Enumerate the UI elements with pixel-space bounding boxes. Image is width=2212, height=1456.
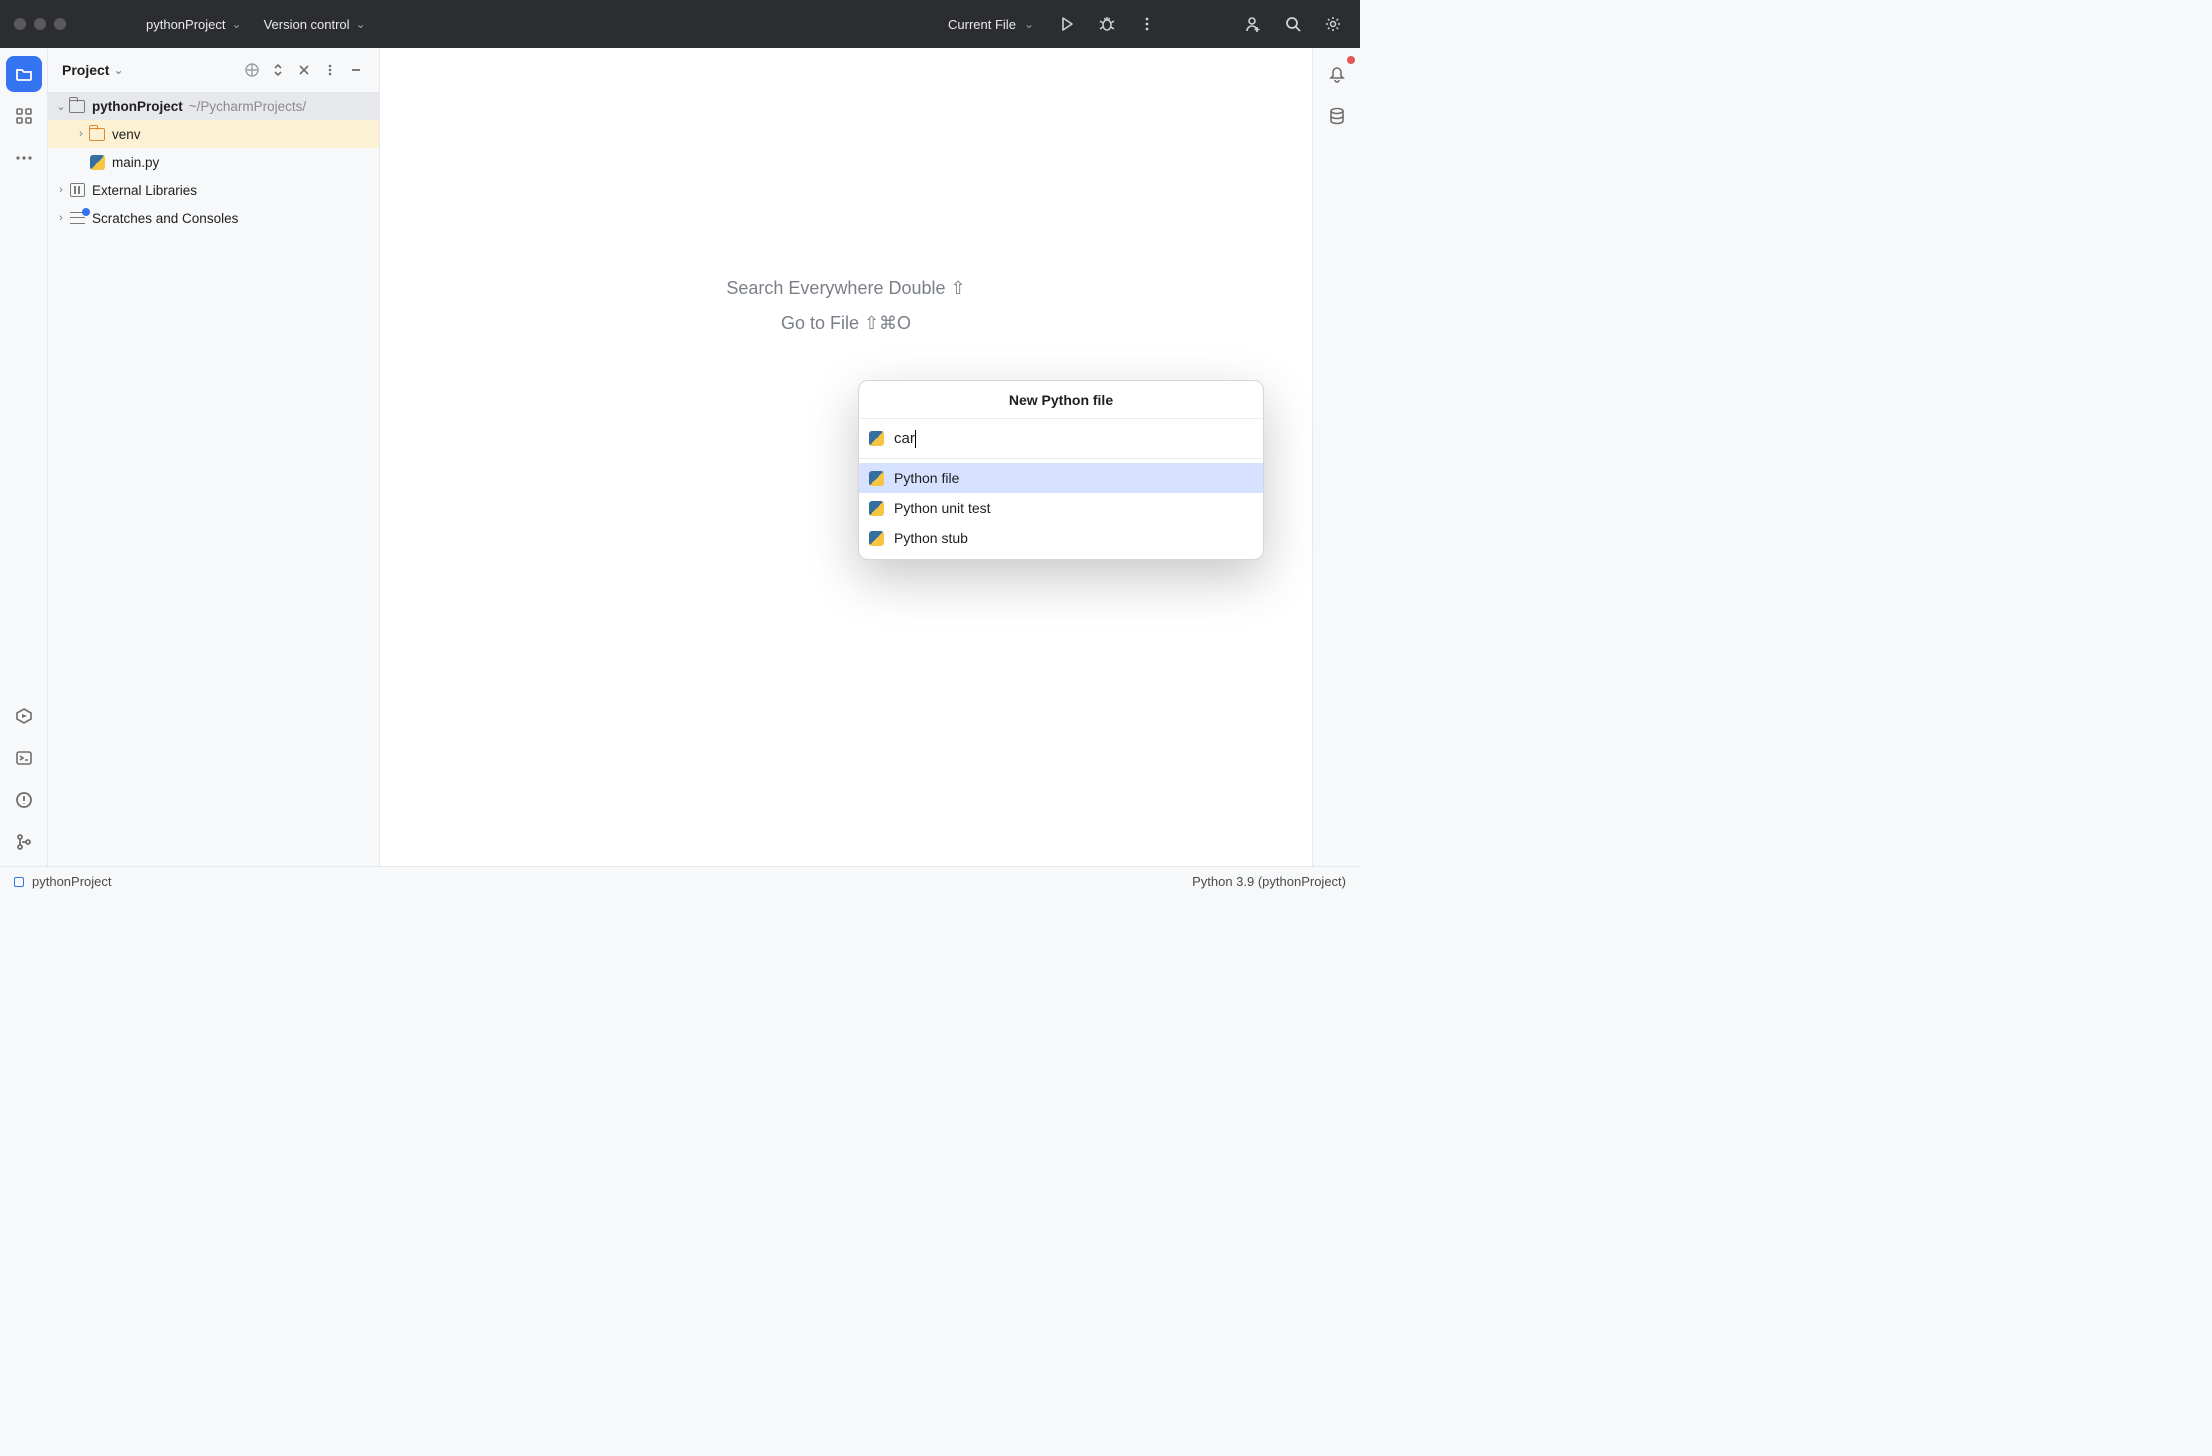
tree-node-mainpy[interactable]: main.py [48, 148, 379, 176]
popup-option-python-file[interactable]: Python file [859, 463, 1263, 493]
tree-node-project-root[interactable]: ⌄ pythonProject ~/PycharmProjects/ [48, 92, 379, 120]
popup-title: New Python file [859, 381, 1263, 419]
expand-arrow-icon[interactable]: › [54, 212, 68, 224]
popup-option-label: Python unit test [894, 500, 991, 516]
more-toolwindows-button[interactable] [6, 140, 42, 176]
debug-button[interactable] [1090, 7, 1124, 41]
status-project-name[interactable]: pythonProject [32, 874, 112, 889]
project-tree-panel: Project ⌄ ⌄ pythonProject [48, 48, 380, 866]
services-toolwindow-button[interactable] [6, 698, 42, 734]
editor-empty-hints: Search Everywhere Double ⇧ Go to File ⇧⌘… [380, 278, 1312, 334]
tree-node-scratches[interactable]: › Scratches and Consoles [48, 204, 379, 232]
tree-node-label: venv [112, 127, 141, 142]
popup-option-label: Python file [894, 470, 959, 486]
maximize-window-dot[interactable] [54, 18, 66, 30]
search-everywhere-button[interactable] [1276, 7, 1310, 41]
tree-root-name: pythonProject [92, 99, 183, 114]
project-switcher[interactable]: pythonProject ⌄ [138, 13, 250, 36]
editor-area: Search Everywhere Double ⇧ Go to File ⇧⌘… [380, 48, 1312, 866]
python-file-icon [88, 155, 106, 170]
status-bar: pythonProject Python 3.9 (pythonProject) [0, 866, 1360, 896]
run-config-selector[interactable]: Current File ⌄ [938, 13, 1044, 36]
more-actions-button[interactable] [1130, 7, 1164, 41]
left-tool-strip [0, 48, 48, 866]
python-file-icon [869, 471, 884, 486]
terminal-toolwindow-button[interactable] [6, 740, 42, 776]
window-traffic-lights [14, 18, 66, 30]
tree-node-external-libraries[interactable]: › External Libraries [48, 176, 379, 204]
python-file-icon [869, 501, 884, 516]
code-with-me-button[interactable] [1236, 7, 1270, 41]
chevron-down-icon: ⌄ [232, 17, 242, 31]
main-area: Project ⌄ ⌄ pythonProject [0, 48, 1360, 866]
tree-options-button[interactable] [317, 57, 343, 83]
vcs-toolwindow-button[interactable] [6, 824, 42, 860]
expand-arrow-icon[interactable]: › [74, 128, 88, 140]
hint-goto-file: Go to File ⇧⌘O [781, 313, 911, 334]
status-interpreter[interactable]: Python 3.9 (pythonProject) [1192, 874, 1346, 889]
run-config-label: Current File [948, 17, 1016, 32]
database-toolwindow-button[interactable] [1319, 98, 1355, 134]
collapse-arrow-icon[interactable]: ⌄ [54, 100, 68, 113]
expand-arrow-icon[interactable]: › [54, 184, 68, 196]
tree-node-label: External Libraries [92, 183, 197, 198]
vcs-widget[interactable]: Version control ⌄ [256, 13, 374, 36]
project-toolwindow-button[interactable] [6, 56, 42, 92]
chevron-down-icon[interactable]: ⌄ [113, 63, 123, 77]
project-tree[interactable]: ⌄ pythonProject ~/PycharmProjects/ › ven… [48, 92, 379, 866]
problems-toolwindow-button[interactable] [6, 782, 42, 818]
select-opened-file-button[interactable] [239, 57, 265, 83]
tree-root-path: ~/PycharmProjects/ [189, 99, 306, 114]
structure-toolwindow-button[interactable] [6, 98, 42, 134]
libraries-icon [68, 183, 86, 197]
tree-node-label: Scratches and Consoles [92, 211, 238, 226]
project-tree-header: Project ⌄ [48, 48, 379, 92]
tree-node-venv[interactable]: › venv [48, 120, 379, 148]
chevron-down-icon: ⌄ [356, 17, 366, 31]
titlebar: pythonProject ⌄ Version control ⌄ Curren… [0, 0, 1360, 48]
tree-node-label: main.py [112, 155, 159, 170]
vcs-label: Version control [264, 17, 350, 32]
minimize-toolwindow-button[interactable] [343, 57, 369, 83]
run-button[interactable] [1050, 7, 1084, 41]
hint-search-everywhere: Search Everywhere Double ⇧ [726, 278, 965, 299]
minimize-window-dot[interactable] [34, 18, 46, 30]
folder-icon [88, 128, 106, 141]
right-tool-strip [1312, 48, 1360, 866]
popup-input-row[interactable]: car [859, 419, 1263, 459]
popup-options-list: Python file Python unit test Python stub [859, 459, 1263, 559]
python-file-icon [869, 531, 884, 546]
new-file-popup: New Python file car Python file Python u… [858, 380, 1264, 560]
popup-option-label: Python stub [894, 530, 968, 546]
notification-indicator-icon [1347, 56, 1355, 64]
folder-icon [68, 100, 86, 113]
popup-option-python-unit-test[interactable]: Python unit test [859, 493, 1263, 523]
close-window-dot[interactable] [14, 18, 26, 30]
project-name-label: pythonProject [146, 17, 226, 32]
notifications-button[interactable] [1319, 56, 1355, 92]
chevron-down-icon: ⌄ [1024, 17, 1034, 31]
project-tree-title[interactable]: Project [62, 62, 109, 78]
popup-option-python-stub[interactable]: Python stub [859, 523, 1263, 553]
scratches-icon [68, 212, 86, 224]
settings-button[interactable] [1316, 7, 1350, 41]
expand-collapse-button[interactable] [265, 57, 291, 83]
hide-toolwindow-button[interactable] [291, 57, 317, 83]
module-indicator-icon [14, 877, 24, 887]
